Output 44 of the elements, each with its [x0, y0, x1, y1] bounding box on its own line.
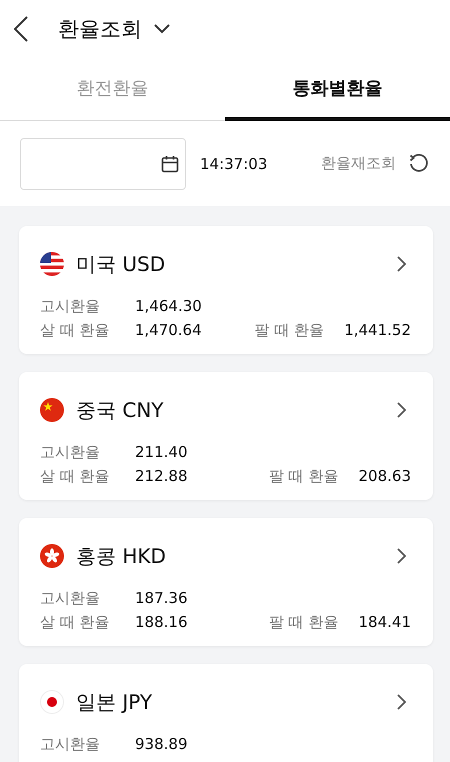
currency-name: 일본 JPY [76, 688, 152, 716]
flag-icon [40, 690, 64, 714]
currency-card[interactable]: 일본 JPY 고시환율 938.89 [19, 664, 433, 762]
time-text: 14:37:03 [200, 154, 268, 172]
currency-card[interactable]: 중국 CNY 고시환율 211.40 살 때 환율 212.88 팔 때 환율 208.63 [19, 372, 433, 500]
flag-icon [40, 544, 64, 568]
back-icon[interactable] [14, 16, 28, 42]
currency-card[interactable]: 홍콩 HKD 고시환율 187.36 살 때 환율 188.16 팔 때 환율 184.41 [19, 518, 433, 646]
rate-value: 187.36 [135, 589, 188, 607]
rate-label: 살 때 환율 [40, 320, 111, 340]
currency-card[interactable]: 미국 USD 고시환율 1,464.30 살 때 환율 1,470.64 팔 때 환율 1,441.52 [19, 226, 433, 354]
rate-label: 고시환율 [40, 442, 101, 462]
rate-value: 211.40 [135, 443, 188, 461]
rate-label: 팔 때 환율 [268, 612, 338, 632]
chevron-right-icon [397, 548, 407, 564]
rate-label: 팔 때 환율 [254, 320, 324, 340]
flag-icon [40, 398, 64, 422]
rate-label: 살 때 환율 [40, 612, 111, 632]
rate-value: 1,470.64 [134, 321, 203, 339]
refresh-icon [408, 152, 430, 174]
chevron-right-icon [397, 402, 407, 418]
rate-label: 고시환율 [40, 588, 101, 608]
chevron-right-icon [397, 694, 407, 710]
currency-name: 미국 USD [76, 250, 166, 278]
rate-value: 212.88 [135, 467, 188, 485]
rate-value: 938.89 [135, 735, 188, 753]
rate-value: 1,464.30 [135, 297, 203, 315]
currency-name: 홍콩 HKD [76, 542, 166, 570]
rate-label: 팔 때 환율 [268, 466, 338, 486]
chevron-down-icon[interactable] [154, 24, 170, 34]
chevron-right-icon [397, 256, 407, 272]
rate-value: 1,441.52 [344, 321, 411, 339]
refresh-button[interactable]: 환율재조회 [321, 152, 430, 174]
currency-name: 중국 CNY [76, 396, 164, 424]
rate-value: 208.63 [358, 467, 411, 485]
rate-label: 고시환율 [40, 734, 101, 754]
date-field[interactable] [20, 138, 186, 190]
page-title: 환율조회 [58, 16, 142, 43]
rate-value: 188.16 [135, 613, 188, 631]
rate-value: 184.41 [358, 613, 411, 631]
rate-label: 고시환율 [40, 296, 101, 316]
calendar-icon [161, 154, 179, 172]
flag-icon [40, 252, 64, 276]
rate-label: 살 때 환율 [40, 466, 111, 486]
